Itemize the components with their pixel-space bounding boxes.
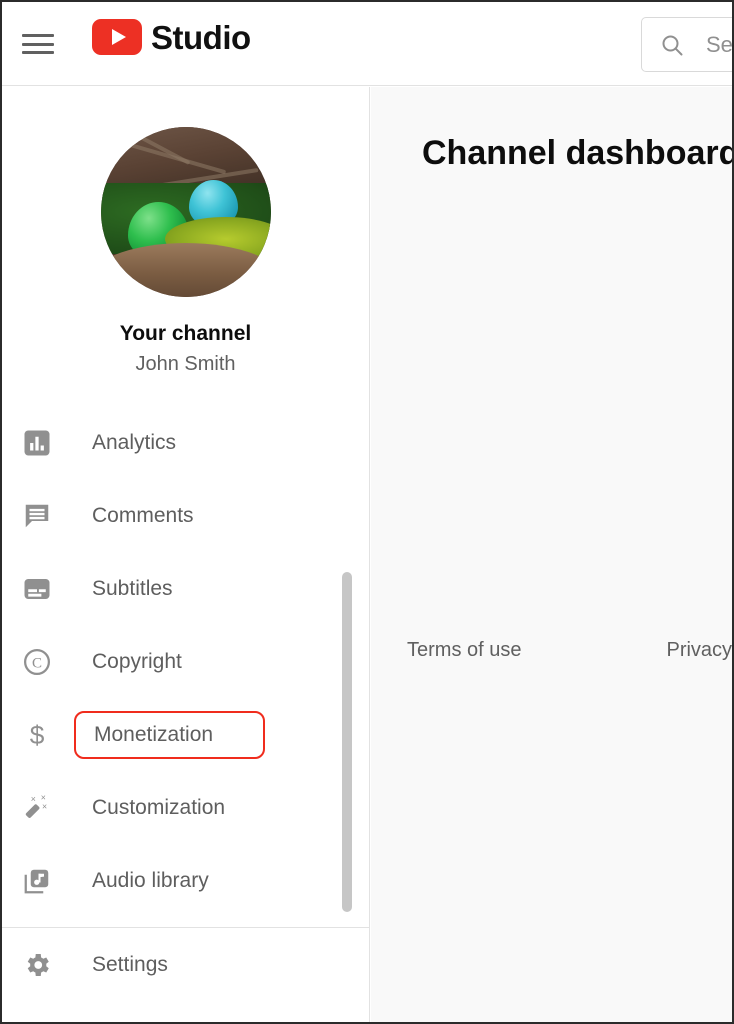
sidebar-item-label: Subtitles xyxy=(92,576,173,600)
channel-avatar[interactable] xyxy=(100,127,271,297)
sidebar-item-label: Analytics xyxy=(92,430,177,454)
sidebar: Your channel John Smith Analytics Commen… xyxy=(2,87,370,1022)
sidebar-item-analytics[interactable]: Analytics xyxy=(2,406,369,479)
sidebar-item-comments[interactable]: Comments xyxy=(2,479,369,552)
svg-text:C: C xyxy=(32,655,42,671)
customization-magic-wand-icon: × × × xyxy=(20,791,54,825)
app-header: Studio xyxy=(2,2,732,86)
hamburger-menu-icon[interactable] xyxy=(22,32,54,56)
hamburger-line xyxy=(22,42,54,46)
search-box[interactable] xyxy=(641,17,732,72)
sidebar-scrollbar-track[interactable] xyxy=(342,87,361,1022)
hamburger-line xyxy=(22,51,54,54)
channel-summary: Your channel John Smith xyxy=(2,87,369,376)
sidebar-nav-list: Analytics Comments Subtitles C Copyright… xyxy=(2,406,369,917)
sidebar-scrollbar-thumb[interactable] xyxy=(342,572,352,912)
search-input[interactable] xyxy=(706,31,732,58)
page-title: Channel dashboard xyxy=(422,134,732,172)
sidebar-item-label: Audio library xyxy=(92,868,209,892)
sidebar-settings-group: Settings xyxy=(2,928,369,1001)
brand-text: Studio xyxy=(151,18,251,56)
sidebar-item-label: Copyright xyxy=(92,649,182,673)
settings-gear-icon xyxy=(20,948,54,982)
comments-speech-bubble-icon xyxy=(20,499,54,533)
privacy-policy-link[interactable]: Privacy policy xyxy=(666,639,732,662)
sidebar-item-label: Customization xyxy=(92,795,226,819)
subtitles-caption-icon xyxy=(20,572,54,606)
monetization-dollar-sign-icon: $ xyxy=(20,718,54,752)
sidebar-item-audio-library[interactable]: Audio library xyxy=(2,844,369,917)
analytics-bar-chart-icon xyxy=(20,426,54,460)
svg-text:×: × xyxy=(42,801,47,811)
channel-owner-name: John Smith xyxy=(135,353,236,375)
sidebar-item-label: Settings xyxy=(92,952,168,976)
youtube-studio-window: Studio Your channel Jo xyxy=(0,0,734,1024)
sidebar-item-label: Monetization xyxy=(74,710,266,759)
svg-text:×: × xyxy=(31,793,36,803)
channel-title: Your channel xyxy=(119,322,252,345)
copyright-circle-c-icon: C xyxy=(20,645,54,679)
sidebar-item-label: Comments xyxy=(92,503,194,527)
sidebar-item-monetization[interactable]: $ Monetization xyxy=(2,698,369,771)
footer-links: Terms of use Privacy policy xyxy=(407,639,732,662)
youtube-play-logo-icon xyxy=(92,19,142,55)
play-triangle xyxy=(112,29,126,45)
terms-of-use-link[interactable]: Terms of use xyxy=(407,639,521,662)
audio-library-music-note-icon xyxy=(20,864,54,898)
sidebar-item-subtitles[interactable]: Subtitles xyxy=(2,552,369,625)
avatar-nest-rim xyxy=(100,242,271,297)
svg-text:$: $ xyxy=(30,720,45,750)
hamburger-line xyxy=(22,34,54,37)
studio-brand-link[interactable]: Studio xyxy=(92,19,251,55)
search-icon xyxy=(662,35,683,55)
sidebar-item-settings[interactable]: Settings xyxy=(2,928,369,1001)
sidebar-item-copyright[interactable]: C Copyright xyxy=(2,625,369,698)
main-content: Channel dashboard Terms of use Privacy p… xyxy=(371,87,732,1022)
sidebar-item-customization[interactable]: × × × Customization xyxy=(2,771,369,844)
